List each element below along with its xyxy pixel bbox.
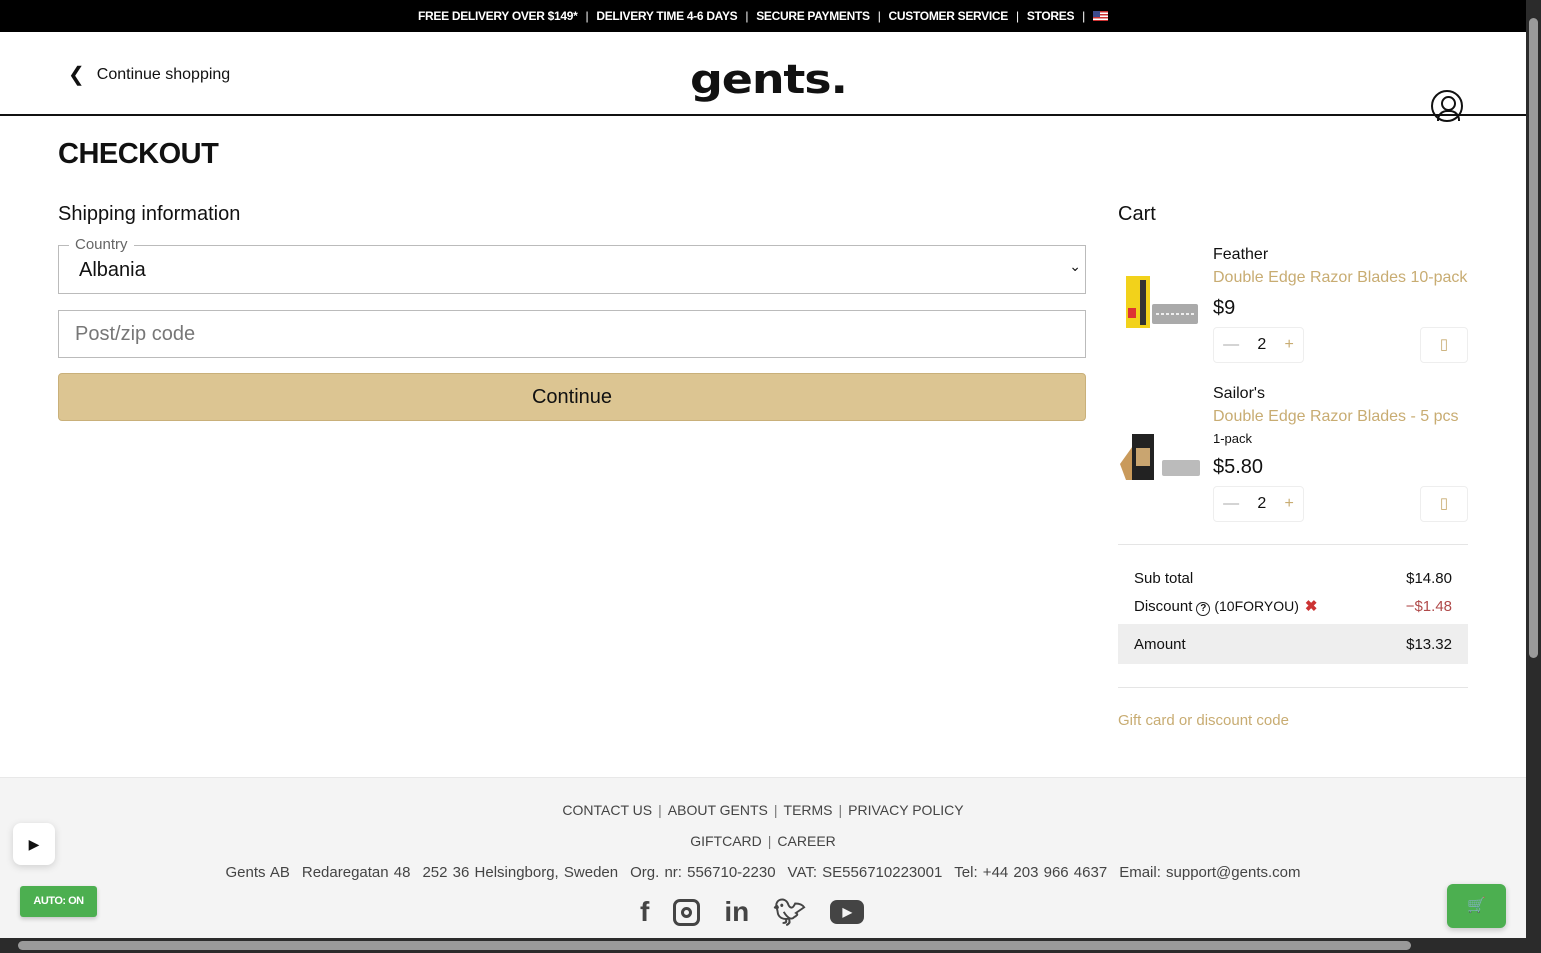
remove-discount-icon[interactable]: ✖: [1305, 598, 1318, 615]
logo[interactable]: gents.: [690, 57, 848, 103]
plus-icon[interactable]: +: [1285, 495, 1294, 513]
continue-shopping-link[interactable]: ❮ Continue shopping: [68, 62, 230, 87]
zip-input[interactable]: Post/zip code: [58, 310, 1086, 358]
quantity-stepper[interactable]: — 2 +: [1213, 486, 1304, 522]
company-name: Gents AB: [225, 864, 290, 881]
country-label: Country: [69, 236, 134, 253]
city: 252 36 Helsingborg, Sweden: [422, 864, 619, 881]
linkedin-icon[interactable]: in: [724, 896, 749, 928]
quantity-value: 2: [1257, 495, 1267, 512]
product-price: $9: [1213, 297, 1236, 319]
product-price: $5.80: [1213, 456, 1264, 478]
stores-link[interactable]: STORES: [1027, 9, 1075, 23]
account-icon[interactable]: [1431, 90, 1463, 122]
quantity-value: 2: [1257, 336, 1267, 353]
email[interactable]: Email: support@gents.com: [1119, 864, 1300, 881]
amount-label: Amount: [1134, 635, 1186, 653]
minus-icon[interactable]: —: [1223, 495, 1239, 513]
footer-link-contact[interactable]: CONTACT US: [562, 802, 652, 818]
page-title: CHECKOUT: [58, 138, 219, 170]
chevron-down-icon: ⌄: [1069, 258, 1081, 274]
discount-row: Discount? (10FORYOU) ✖ −$1.48: [1118, 586, 1468, 626]
product-name-link[interactable]: Double Edge Razor Blades 10-pack: [1213, 269, 1467, 287]
phone[interactable]: Tel: +44 203 966 4637: [954, 864, 1107, 881]
product-image: [1120, 434, 1200, 480]
product-brand: Sailor's: [1213, 385, 1265, 402]
discount-value: −$1.48: [1405, 597, 1452, 615]
discount-code: (10FORYOU): [1214, 597, 1299, 614]
vertical-scrollbar[interactable]: [1526, 0, 1541, 953]
cart-heading: Cart: [1118, 203, 1156, 225]
footer-link-giftcard[interactable]: GIFTCARD: [690, 833, 762, 849]
trash-icon[interactable]: ▯: [1420, 486, 1468, 522]
divider: [1118, 544, 1468, 545]
chevron-left-icon: ❮: [68, 64, 85, 86]
product-variant: 1-pack: [1213, 431, 1253, 446]
product-name-link[interactable]: Double Edge Razor Blades - 5 pcs: [1213, 408, 1458, 426]
footer-link-about[interactable]: ABOUT GENTS: [668, 802, 768, 818]
divider: [1118, 687, 1468, 688]
company-address: Gents AB Redaregatan 48 252 36 Helsingborg…: [0, 864, 1526, 881]
youtube-icon[interactable]: ▶: [830, 900, 865, 924]
subtotal-value: $14.80: [1406, 569, 1452, 587]
trash-icon[interactable]: ▯: [1420, 327, 1468, 363]
continue-shopping-label: Continue shopping: [96, 65, 231, 83]
us-flag-icon[interactable]: [1092, 11, 1108, 21]
org-nr: Org. nr: 556710-2230: [630, 864, 776, 881]
gift-card-link[interactable]: Gift card or discount code: [1118, 712, 1289, 729]
footer-link-terms[interactable]: TERMS: [784, 802, 833, 818]
plus-icon[interactable]: +: [1285, 336, 1294, 354]
auto-toggle[interactable]: AUTO: ON: [20, 886, 97, 917]
footer-link-career[interactable]: CAREER: [777, 833, 835, 849]
help-icon[interactable]: ?: [1196, 601, 1211, 616]
facebook-icon[interactable]: f: [640, 896, 649, 928]
horizontal-scrollbar[interactable]: [0, 938, 1526, 953]
header: ❮ Continue shopping gents.: [0, 32, 1526, 122]
subtotal-label: Sub total: [1134, 569, 1194, 587]
customer-service-link[interactable]: CUSTOMER SERVICE: [889, 9, 1009, 23]
country-select[interactable]: Country Albania ⌄: [58, 236, 1086, 294]
secure-payments-link[interactable]: SECURE PAYMENTS: [756, 9, 870, 23]
footer-link-privacy[interactable]: PRIVACY POLICY: [848, 802, 963, 818]
street: Redaregatan 48: [301, 864, 411, 881]
instagram-icon[interactable]: [673, 898, 701, 926]
amount-value: $13.32: [1406, 635, 1452, 653]
cart-icon[interactable]: 🛒: [1447, 884, 1506, 928]
announcement-bar: FREE DELIVERY OVER $149* | DELIVERY TIME …: [0, 0, 1526, 32]
discount-label: Discount: [1134, 597, 1193, 615]
free-delivery-link[interactable]: FREE DELIVERY OVER $149*: [418, 9, 578, 23]
twitter-icon[interactable]: 🐦︎: [773, 897, 806, 928]
delivery-time-link[interactable]: DELIVERY TIME 4-6 DAYS: [596, 9, 737, 23]
vat: VAT: SE556710223001: [787, 864, 943, 881]
quantity-stepper[interactable]: — 2 +: [1213, 327, 1304, 363]
product-brand: Feather: [1213, 246, 1269, 263]
product-image: [1126, 276, 1198, 328]
country-value: Albania: [79, 259, 146, 281]
shipping-heading: Shipping information: [58, 203, 241, 225]
amount-row: Amount $13.32: [1118, 624, 1468, 664]
footer: CONTACT US | ABOUT GENTS | TERMS | PRIVACY POL…: [0, 777, 1526, 938]
minus-icon[interactable]: —: [1223, 336, 1239, 354]
continue-button[interactable]: Continue: [58, 373, 1086, 421]
play-button[interactable]: ▶: [13, 823, 55, 865]
